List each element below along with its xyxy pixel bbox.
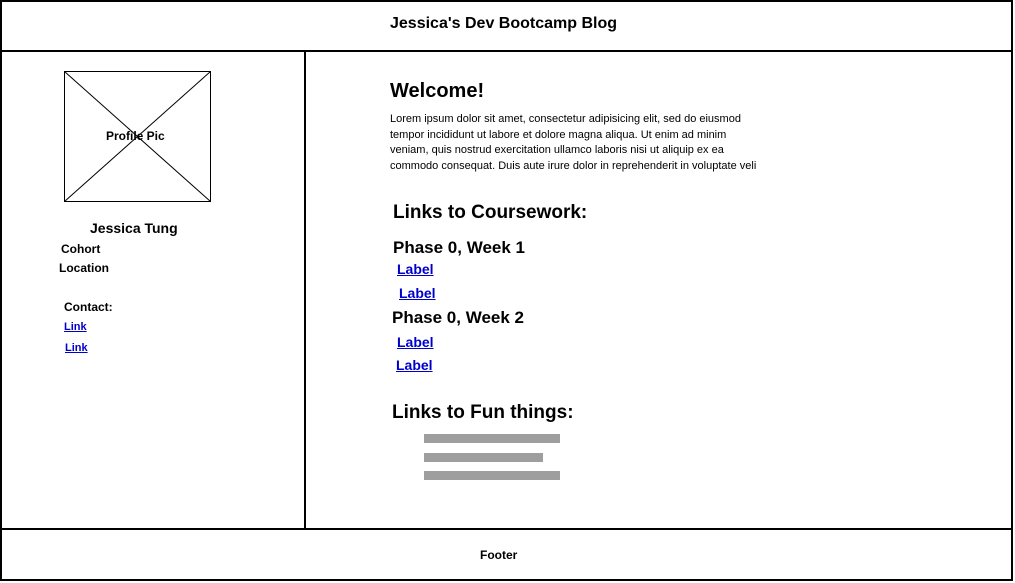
welcome-line: commodo consequat. Duis aute irure dolor… <box>390 159 757 172</box>
week-2-link-1[interactable]: Label <box>397 334 434 350</box>
week-2-title: Phase 0, Week 2 <box>392 308 524 327</box>
page-title: Jessica's Dev Bootcamp Blog <box>390 15 617 32</box>
main-content: Welcome! Lorem ipsum dolor sit amet, con… <box>304 50 1013 530</box>
week-1-link-2[interactable]: Label <box>399 285 436 301</box>
welcome-heading: Welcome! <box>390 80 485 102</box>
profile-cohort: Cohort <box>61 242 101 256</box>
page-header: Jessica's Dev Bootcamp Blog <box>0 0 1013 52</box>
fun-link-placeholder[interactable] <box>424 434 560 443</box>
sidebar: Profile Pic Jessica Tung Cohort Location… <box>0 50 306 530</box>
welcome-line: Lorem ipsum dolor sit amet, consectetur … <box>390 113 741 125</box>
profile-name: Jessica Tung <box>90 220 178 236</box>
welcome-line: veniam, quis nostrud exercitation ullamc… <box>390 144 724 156</box>
week-1-title: Phase 0, Week 1 <box>393 238 525 257</box>
profile-location: Location <box>59 261 109 275</box>
fun-link-placeholder[interactable] <box>424 453 543 462</box>
footer-label: Footer <box>480 548 518 562</box>
week-1-link-1[interactable]: Label <box>397 261 434 277</box>
fun-link-placeholder[interactable] <box>424 471 560 480</box>
profile-pic-placeholder: Profile Pic <box>64 71 211 202</box>
page-footer: Footer <box>0 528 1013 581</box>
contact-heading: Contact: <box>64 300 113 314</box>
contact-link-1[interactable]: Link <box>64 321 87 333</box>
coursework-heading: Links to Coursework: <box>393 202 588 223</box>
profile-pic-label: Profile Pic <box>106 129 165 143</box>
contact-link-2[interactable]: Link <box>65 342 88 354</box>
welcome-paragraph: Lorem ipsum dolor sit amet, consectetur … <box>390 112 756 174</box>
fun-things-heading: Links to Fun things: <box>392 402 574 423</box>
week-2-link-2[interactable]: Label <box>396 357 433 373</box>
welcome-line: tempor incididunt ut labore et dolore ma… <box>390 128 727 141</box>
